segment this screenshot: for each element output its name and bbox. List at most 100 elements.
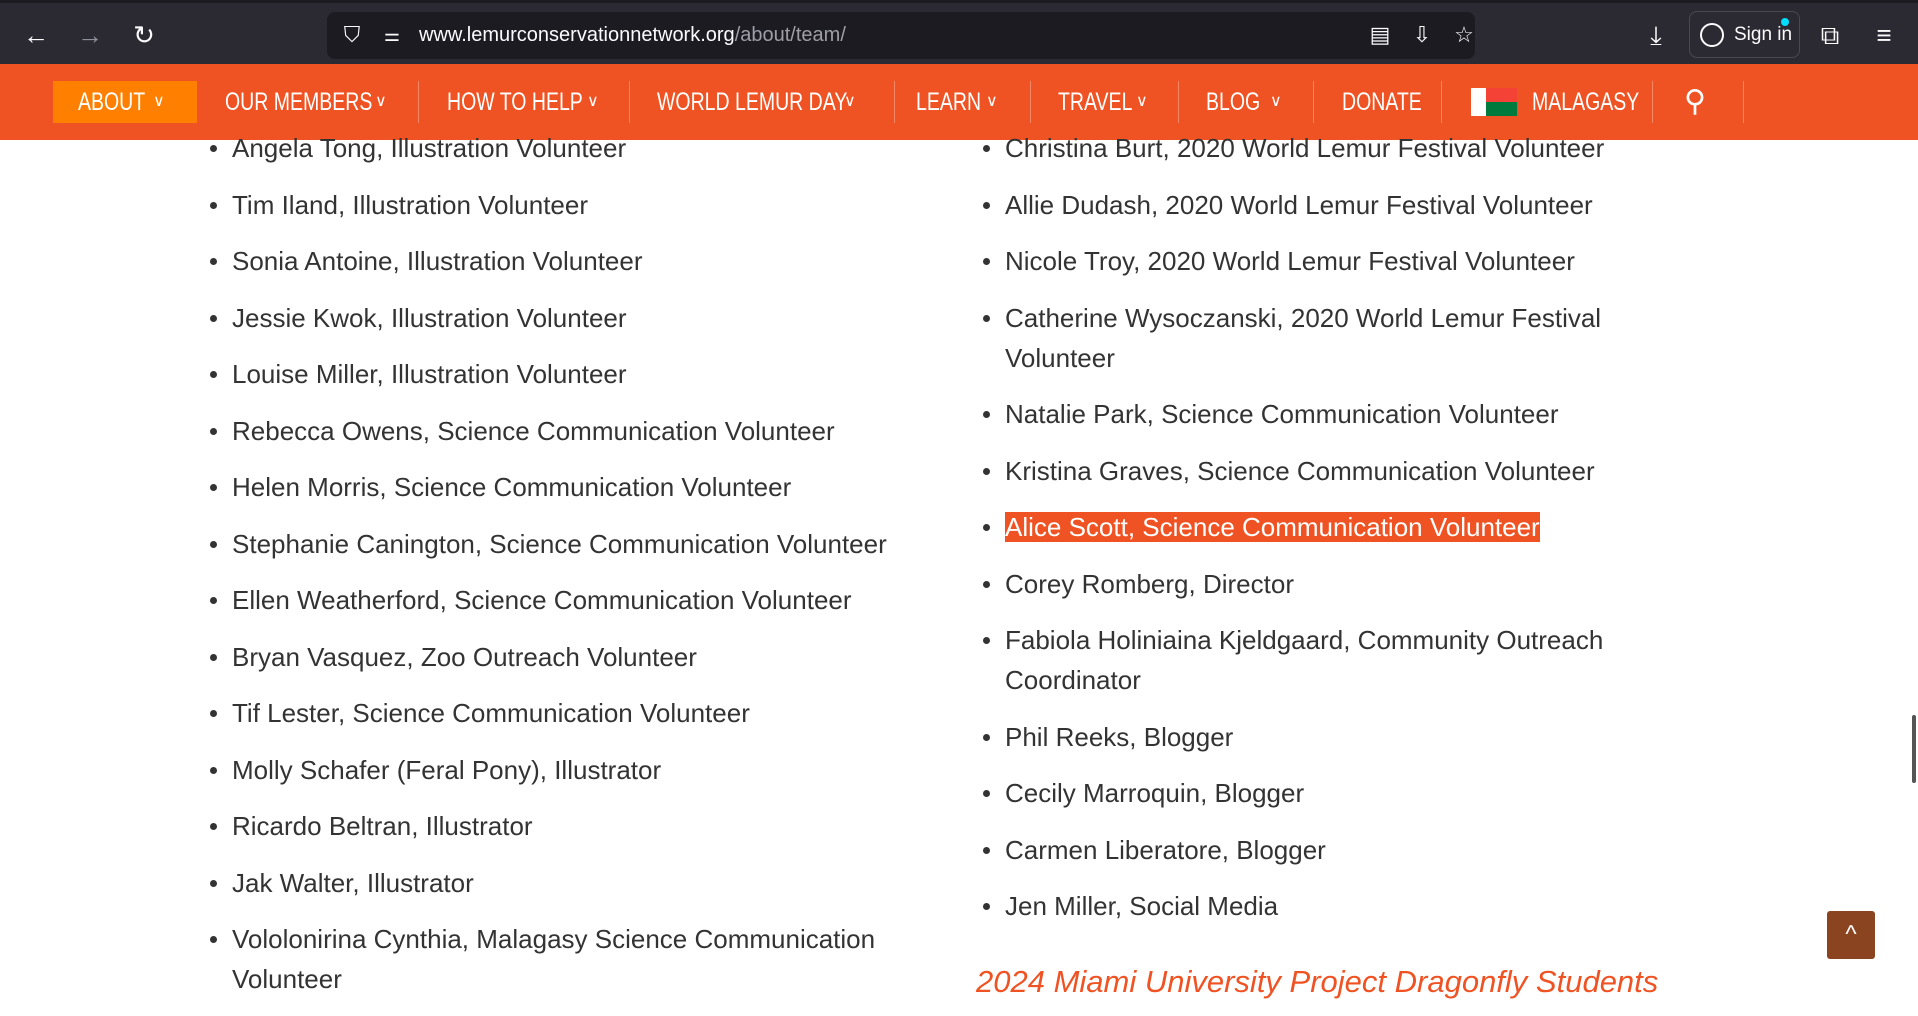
section-heading: 2024 Miami University Project Dragonfly … [976,964,1659,999]
team-member-text: Kristina Graves, Science Communication V… [1005,455,1595,486]
team-member-item: Helen Morris, Science Communication Volu… [210,467,970,507]
nav-label: HOW TO HELP [447,88,583,116]
chevron-down-icon: ∨ [1270,93,1282,110]
team-member-item: Corey Romberg, Director [983,564,1683,604]
team-member-text: Helen Morris, Science Communication Volu… [232,472,792,502]
address-bar[interactable]: ⛉ ⚌ www.lemurconservationnetwork.org/abo… [327,12,1475,59]
nav-divider [1030,81,1031,123]
team-member-text: Vololonirina Cynthia, Malagasy Science C… [232,924,876,994]
nav-divider [1178,81,1179,123]
team-member-text: Christina Burt, 2020 World Lemur Festiva… [1005,133,1605,163]
notification-dot [1781,18,1789,26]
team-member-text: Corey Romberg, Director [1005,568,1294,599]
team-member-text: Stephanie Canington, Science Communicati… [232,528,887,559]
nav-label: DONATE [1342,88,1422,116]
team-member-item: Catherine Wysoczanski, 2020 World Lemur … [983,298,1683,378]
save-page-icon[interactable]: ⇩ [1407,20,1437,50]
downloads-icon[interactable]: ⤓ [1638,17,1674,53]
team-member-text: Allie Dudash, 2020 World Lemur Festival … [1005,189,1593,220]
sign-in-button[interactable]: Sign in [1689,11,1800,58]
team-member-text: Louise Miller, Illustration Volunteer [232,359,627,389]
team-member-text: Rebecca Owens, Science Communication Vol… [232,415,835,446]
team-member-item: Tif Lester, Science Communication Volunt… [210,693,970,733]
madagascar-flag-icon [1471,88,1517,116]
team-member-item: Jessie Kwok, Illustration Volunteer [210,298,970,338]
extensions-icon[interactable]: ⧉ [1812,17,1848,53]
team-member-item: Angela Tong, Illustration Volunteer [210,128,970,168]
nav-label: TRAVEL [1058,88,1133,116]
team-member-text: Alice Scott, Science Communication Volun… [1005,512,1540,542]
nav-about[interactable]: ABOUT ∨ [53,81,197,123]
team-member-item: Ellen Weatherford, Science Communication… [210,580,970,620]
site-settings-icon[interactable]: ⚌ [377,20,407,50]
nav-divider [894,81,895,123]
nav-divider [1652,81,1653,123]
nav-malagasy[interactable]: MALAGASY [1532,81,1670,123]
url-text[interactable]: www.lemurconservationnetwork.org/about/t… [419,24,846,47]
nav-how-to-help[interactable]: HOW TO HELP ∨ [447,81,621,123]
nav-travel[interactable]: TRAVEL ∨ [1058,81,1153,123]
team-member-item: Carmen Liberatore, Blogger [983,830,1683,870]
chevron-down-icon: ∨ [1136,93,1148,110]
forward-button[interactable]: → [72,17,108,53]
team-member-item: Sonia Antoine, Illustration Volunteer [210,241,970,281]
nav-learn[interactable]: LEARN ∨ [916,81,999,123]
team-member-item: Fabiola Holiniaina Kjeldgaard, Community… [983,620,1683,700]
chevron-down-icon: ∨ [844,93,856,110]
nav-blog[interactable]: BLOG ∨ [1206,81,1282,123]
url-domain: www.lemurconservationnetwork.org [419,24,735,46]
team-member-item: Vololonirina Cynthia, Malagasy Science C… [210,919,970,999]
search-icon[interactable]: ⚲ [1684,81,1706,123]
back-to-top-button[interactable]: ^ [1827,911,1875,959]
reload-button[interactable]: ↻ [126,17,162,53]
team-member-text: Carmen Liberatore, Blogger [1005,834,1326,865]
team-list-left: Angela Tong, Illustration Volunteer Tim I… [210,128,970,1016]
team-member-item: Stephanie Canington, Science Communicati… [210,524,970,564]
team-member-item: Jen Miller, Social Media [983,886,1683,926]
reader-view-icon[interactable]: ▤ [1365,20,1395,50]
team-member-text: Phil Reeks, Blogger [1005,721,1234,752]
nav-world-lemur-day[interactable]: WORLD LEMUR DAY ∨ [657,81,901,123]
nav-our-members[interactable]: OUR MEMBERS ∨ [225,81,414,123]
nav-donate[interactable]: DONATE [1342,81,1444,123]
shield-icon[interactable]: ⛉ [337,20,367,50]
nav-divider [629,81,630,123]
nav-divider [1743,81,1744,123]
nav-divider [418,81,419,123]
nav-label: OUR MEMBERS [225,88,373,116]
team-member-item: Allie Dudash, 2020 World Lemur Festival … [983,185,1683,225]
nav-divider [1313,81,1314,123]
scrollbar-thumb[interactable] [1912,715,1916,783]
back-button[interactable]: ← [18,17,54,53]
team-member-item: Phil Reeks, Blogger [983,717,1683,757]
team-member-text: Cecily Marroquin, Blogger [1005,778,1305,808]
team-member-text: Catherine Wysoczanski, 2020 World Lemur … [1005,302,1602,373]
chevron-down-icon: ∨ [986,93,998,110]
team-member-text: Jessie Kwok, Illustration Volunteer [232,302,627,333]
team-member-text: Natalie Park, Science Communication Volu… [1005,399,1559,429]
chevron-down-icon: ∨ [153,93,165,110]
team-member-item: Bryan Vasquez, Zoo Outreach Volunteer [210,637,970,677]
team-member-text: Bryan Vasquez, Zoo Outreach Volunteer [232,641,697,672]
team-member-text: Tif Lester, Science Communication Volunt… [232,698,750,728]
team-member-text: Jak Walter, Illustrator [232,867,474,898]
chevron-down-icon: ∨ [587,93,599,110]
nav-label: WORLD LEMUR DAY [657,88,848,116]
team-member-text: Jen Miller, Social Media [1005,891,1279,921]
nav-label: ABOUT [78,88,146,116]
url-path: /about/team/ [734,24,846,46]
team-member-item: Louise Miller, Illustration Volunteer [210,354,970,394]
team-list-right: Christina Burt, 2020 World Lemur Festiva… [983,128,1683,943]
team-member-item: Christina Burt, 2020 World Lemur Festiva… [983,128,1683,168]
team-member-text: Fabiola Holiniaina Kjeldgaard, Community… [1005,625,1604,695]
team-member-item: Alice Scott, Science Communication Volun… [983,507,1683,547]
nav-label: LEARN [916,88,982,116]
menu-icon[interactable]: ≡ [1866,17,1902,53]
team-member-item: Cecily Marroquin, Blogger [983,773,1683,813]
team-member-item: Jak Walter, Illustrator [210,863,970,903]
team-member-text: Ellen Weatherford, Science Communication… [232,585,852,615]
team-member-item: Natalie Park, Science Communication Volu… [983,394,1683,434]
account-icon [1700,23,1724,47]
bookmark-star-icon[interactable]: ☆ [1449,20,1479,50]
team-member-item: Molly Schafer (Feral Pony), Illustrator [210,750,970,790]
